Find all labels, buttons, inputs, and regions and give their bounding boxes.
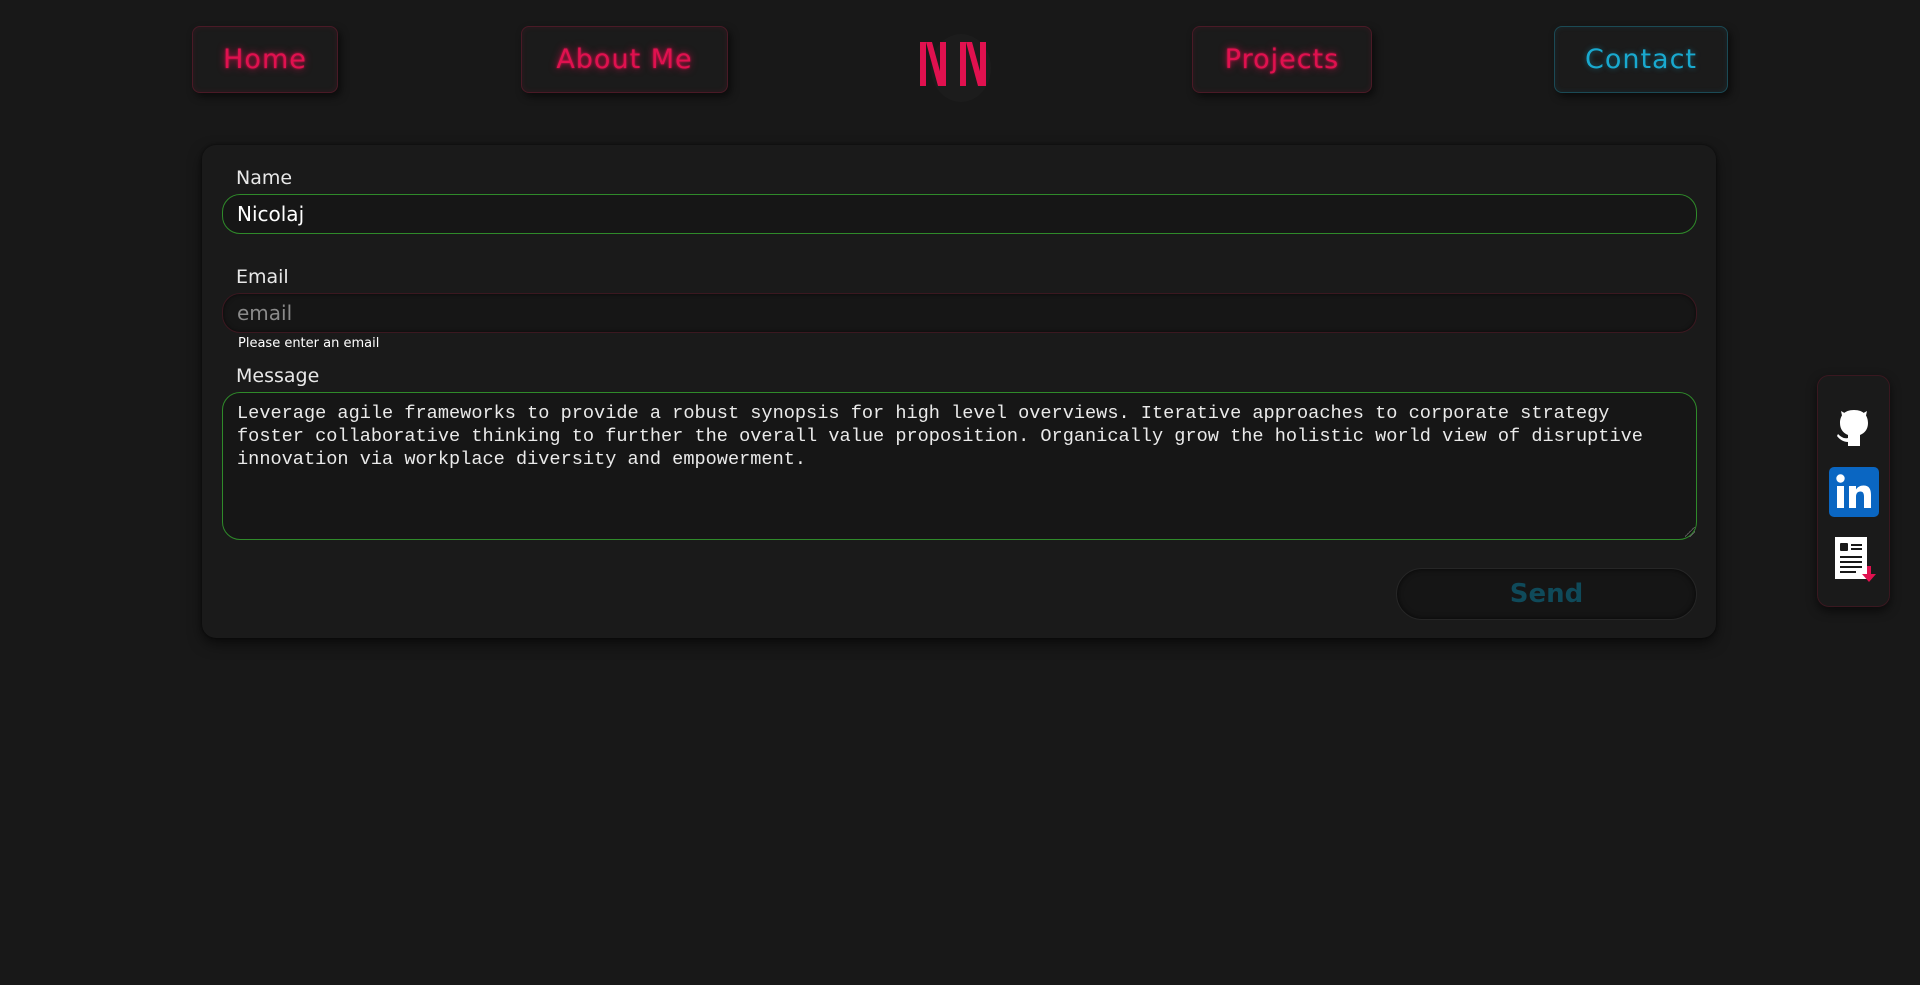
textarea-resize-handle[interactable] [1685, 527, 1695, 537]
message-label: Message [236, 365, 320, 387]
send-button[interactable]: Send [1396, 568, 1697, 620]
main-navigation: Home About Me Projects Contact [0, 0, 1920, 110]
linkedin-icon[interactable] [1829, 467, 1879, 517]
resume-download-icon[interactable] [1829, 535, 1879, 585]
nav-contact-button[interactable]: Contact [1554, 26, 1728, 93]
name-input[interactable]: Nicolaj [222, 194, 1697, 234]
email-input[interactable]: email [222, 293, 1697, 333]
email-label: Email [236, 266, 289, 288]
nav-projects-button[interactable]: Projects [1192, 26, 1372, 93]
email-error-message: Please enter an email [238, 336, 380, 351]
logo[interactable] [916, 28, 1006, 104]
message-textarea[interactable]: Leverage agile frameworks to provide a r… [222, 392, 1697, 540]
github-icon[interactable] [1829, 402, 1879, 452]
nav-home-button[interactable]: Home [192, 26, 338, 93]
nav-about-button[interactable]: About Me [521, 26, 728, 93]
name-label: Name [236, 167, 293, 189]
